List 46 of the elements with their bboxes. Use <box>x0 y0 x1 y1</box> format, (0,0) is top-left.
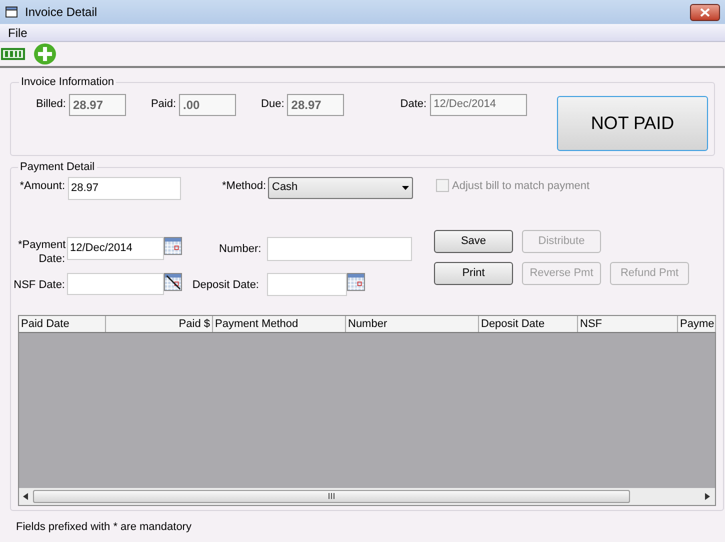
field-label: *Payment Date: <box>18 238 65 266</box>
method-dropdown[interactable]: Cash <box>268 176 413 198</box>
value-field[interactable]: 12/Dec/2014 <box>430 94 527 116</box>
field-label: Paid: <box>150 96 176 112</box>
date-field[interactable] <box>67 272 164 294</box>
action-button[interactable]: Print <box>434 262 513 284</box>
value-field[interactable]: .00 <box>179 94 236 116</box>
number-field[interactable] <box>267 236 412 260</box>
field-label: Due: <box>261 96 284 112</box>
exit-sign-icon[interactable] <box>1 48 25 60</box>
calendar-clear-icon[interactable] <box>164 272 182 290</box>
calendar-icon[interactable] <box>347 272 365 290</box>
column-header[interactable]: Number <box>346 316 479 332</box>
column-header[interactable]: Payment Method <box>213 316 346 332</box>
close-button[interactable] <box>690 4 720 20</box>
scrollbar-thumb[interactable] <box>33 490 630 502</box>
group-title: Invoice Information <box>20 75 115 90</box>
close-icon <box>700 8 710 16</box>
field-label: Number: <box>219 242 259 256</box>
add-icon[interactable] <box>33 43 57 65</box>
date-field[interactable]: 12/Dec/2014 <box>67 236 164 260</box>
amount-field[interactable]: 28.97 <box>68 176 181 200</box>
column-header[interactable]: Paid Date <box>19 316 106 332</box>
date-field[interactable] <box>267 272 347 296</box>
value-field[interactable]: 28.97 <box>287 94 344 116</box>
scroll-right-icon[interactable] <box>705 492 711 500</box>
group-title: Payment Detail <box>19 160 96 175</box>
window-icon <box>5 6 19 18</box>
column-header[interactable]: Paid $ <box>106 316 213 332</box>
dropdown-arrow-icon <box>402 186 409 190</box>
horizontal-scrollbar[interactable] <box>19 488 715 504</box>
window-title: Invoice Detail <box>25 4 98 21</box>
footer-note: Fields prefixed with * are mandatory <box>16 520 192 535</box>
menu-item[interactable]: File <box>6 24 30 42</box>
checkbox-label: Adjust bill to match payment <box>452 178 590 194</box>
status-button[interactable]: NOT PAID <box>557 96 708 150</box>
value-field[interactable]: 28.97 <box>68 94 126 116</box>
calendar-icon[interactable] <box>164 236 182 254</box>
column-header[interactable]: Payme <box>678 316 716 332</box>
field-label: Date: <box>400 96 427 112</box>
field-label: *Amount: <box>18 178 65 194</box>
scroll-left-icon[interactable] <box>23 492 29 500</box>
column-header[interactable]: Deposit Date <box>479 316 578 332</box>
action-button[interactable]: Save <box>434 230 513 252</box>
field-label: Billed: <box>36 96 66 112</box>
column-header[interactable]: NSF <box>578 316 678 332</box>
